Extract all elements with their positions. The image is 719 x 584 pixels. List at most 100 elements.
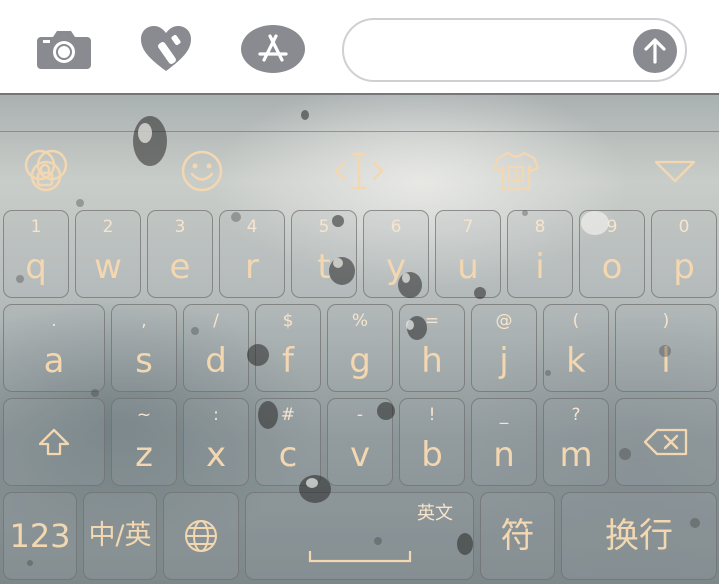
svg-text:S: S bbox=[512, 168, 520, 182]
shift-key[interactable] bbox=[3, 398, 105, 486]
key-label: q bbox=[25, 247, 47, 287]
key-hint: 9 bbox=[606, 217, 618, 237]
key-r[interactable]: 4r bbox=[219, 210, 285, 298]
cursor-move-icon[interactable] bbox=[330, 145, 388, 197]
send-button[interactable] bbox=[633, 29, 677, 73]
key-hint: $ bbox=[282, 311, 294, 331]
key-label: d bbox=[205, 341, 227, 381]
key-label: l bbox=[661, 341, 671, 381]
key-label: j bbox=[499, 341, 509, 381]
key-hint: % bbox=[351, 311, 369, 331]
key-hint: @ bbox=[495, 311, 513, 331]
symbols-key-label: 符 bbox=[500, 516, 535, 556]
key-hint: ! bbox=[428, 405, 436, 425]
key-label: f bbox=[282, 341, 294, 381]
space-key[interactable]: 英文 bbox=[245, 492, 474, 580]
return-key[interactable]: 换行 bbox=[561, 492, 717, 580]
key-b[interactable]: ! b bbox=[399, 398, 465, 486]
key-l[interactable]: ) l bbox=[615, 304, 717, 392]
digital-touch-icon[interactable] bbox=[132, 22, 200, 76]
numbers-key[interactable]: 123 bbox=[3, 492, 77, 580]
key-label: w bbox=[94, 247, 122, 287]
globe-key[interactable] bbox=[163, 492, 239, 580]
key-hint: . bbox=[51, 311, 57, 331]
toolbar-divider bbox=[0, 131, 719, 132]
key-y[interactable]: 6y bbox=[363, 210, 429, 298]
arrow-up-icon bbox=[644, 38, 666, 64]
language-switch-key[interactable]: 中/英 bbox=[83, 492, 157, 580]
key-hint: , bbox=[141, 311, 147, 331]
key-label: b bbox=[421, 435, 443, 475]
key-label: h bbox=[421, 341, 443, 381]
key-label: a bbox=[43, 341, 65, 381]
key-hint: ~ bbox=[136, 405, 152, 425]
backspace-icon bbox=[643, 428, 688, 456]
key-hint: 1 bbox=[30, 217, 42, 237]
key-label: x bbox=[205, 435, 227, 475]
key-w[interactable]: 2w bbox=[75, 210, 141, 298]
hide-keyboard-icon[interactable] bbox=[648, 145, 702, 197]
key-d[interactable]: / d bbox=[183, 304, 249, 392]
key-e[interactable]: 3e bbox=[147, 210, 213, 298]
key-k[interactable]: (k bbox=[543, 304, 609, 392]
keyboard-top-border bbox=[0, 93, 719, 95]
globe-icon bbox=[185, 520, 217, 552]
key-q[interactable]: 1q bbox=[3, 210, 69, 298]
key-v[interactable]: -v bbox=[327, 398, 393, 486]
key-i[interactable]: 8i bbox=[507, 210, 573, 298]
key-n[interactable]: _ n bbox=[471, 398, 537, 486]
language-switch-label: 中/英 bbox=[88, 520, 152, 551]
venn-lock-icon[interactable] bbox=[18, 145, 74, 197]
shift-icon bbox=[38, 428, 70, 456]
key-label: o bbox=[601, 247, 623, 287]
key-label: g bbox=[349, 341, 371, 381]
key-c[interactable]: # c bbox=[255, 398, 321, 486]
space-bar-icon bbox=[308, 551, 412, 563]
key-label: m bbox=[559, 435, 593, 475]
key-hint: / bbox=[213, 311, 219, 331]
key-label: v bbox=[349, 435, 371, 475]
key-g[interactable]: % g bbox=[327, 304, 393, 392]
key-label: z bbox=[135, 435, 153, 475]
key-label: y bbox=[385, 247, 407, 287]
key-x[interactable]: :x bbox=[183, 398, 249, 486]
key-hint: 2 bbox=[102, 217, 114, 237]
key-label: t bbox=[317, 247, 331, 287]
symbols-key[interactable]: 符 bbox=[480, 492, 555, 580]
numbers-key-label: 123 bbox=[9, 517, 71, 555]
key-label: n bbox=[493, 435, 515, 475]
key-hint: # bbox=[280, 405, 296, 425]
camera-icon[interactable] bbox=[30, 22, 98, 76]
key-u[interactable]: 7u bbox=[435, 210, 501, 298]
key-o[interactable]: 9o bbox=[579, 210, 645, 298]
key-p[interactable]: 0p bbox=[651, 210, 717, 298]
backspace-key[interactable] bbox=[615, 398, 717, 486]
key-j[interactable]: @ j bbox=[471, 304, 537, 392]
key-z[interactable]: ~ z bbox=[111, 398, 177, 486]
app-store-icon[interactable] bbox=[238, 22, 308, 76]
keyboard: S 1q 2w 3e 4r 5t 6y 7u 8i 9o 0p .a ,s / d… bbox=[0, 93, 719, 584]
imessage-app-bar bbox=[0, 0, 719, 93]
key-hint: 7 bbox=[462, 217, 474, 237]
key-label: u bbox=[457, 247, 479, 287]
key-t[interactable]: 5t bbox=[291, 210, 357, 298]
key-hint: : bbox=[213, 405, 219, 425]
key-hint: 0 bbox=[678, 217, 690, 237]
key-label: p bbox=[673, 247, 695, 287]
key-f[interactable]: $ f bbox=[255, 304, 321, 392]
tshirt-skin-icon[interactable]: S bbox=[488, 145, 544, 197]
key-hint: 4 bbox=[246, 217, 258, 237]
key-hint: ? bbox=[571, 405, 581, 425]
key-m[interactable]: ? m bbox=[543, 398, 609, 486]
message-input[interactable] bbox=[342, 18, 687, 82]
key-label: r bbox=[245, 247, 259, 287]
key-h[interactable]: = h bbox=[399, 304, 465, 392]
key-label: k bbox=[566, 341, 586, 381]
key-hint: 3 bbox=[174, 217, 186, 237]
key-label: i bbox=[535, 247, 545, 287]
key-label: e bbox=[169, 247, 191, 287]
key-s[interactable]: ,s bbox=[111, 304, 177, 392]
emoji-icon[interactable] bbox=[176, 145, 228, 197]
key-a[interactable]: .a bbox=[3, 304, 105, 392]
key-hint: - bbox=[356, 405, 364, 425]
